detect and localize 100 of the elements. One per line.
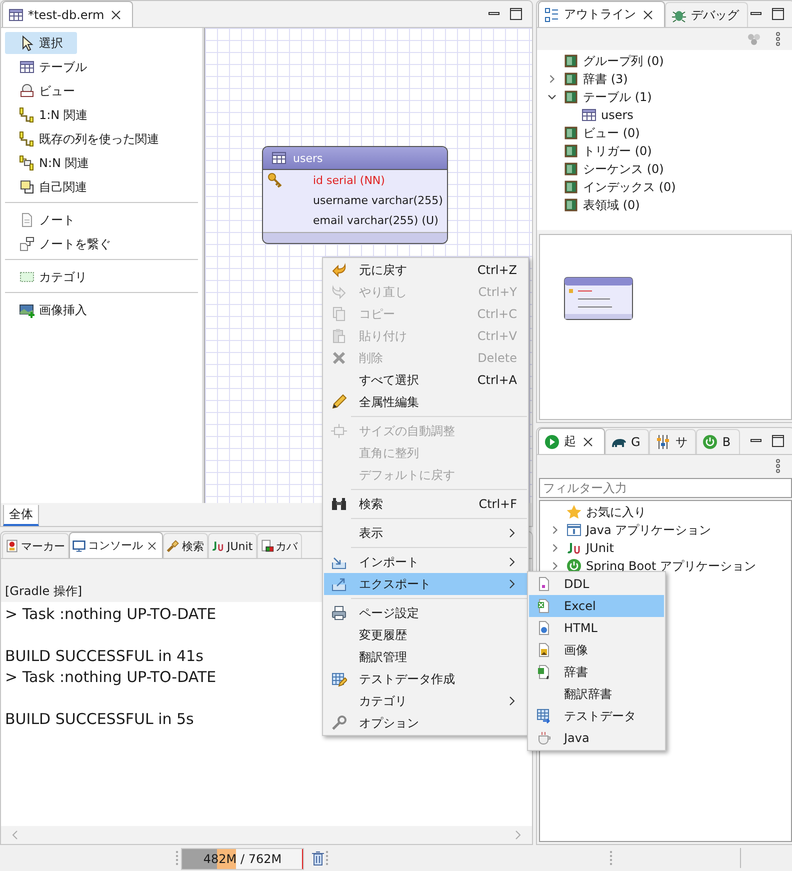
menu-item[interactable]: カテゴリ — [324, 690, 527, 712]
menu-item[interactable]: DDL — [529, 573, 664, 595]
console-line: BUILD SUCCESSFUL in 5s — [5, 709, 194, 730]
menu-item[interactable]: テストデータ作成 — [324, 668, 527, 690]
web-file-icon — [536, 620, 552, 636]
relation-icon — [19, 107, 35, 123]
menu-item[interactable]: HTML — [529, 617, 664, 639]
tree-item[interactable]: テーブル (1) — [537, 88, 652, 106]
table-entity[interactable]: users id serial (NN) username varchar(255) email varchar(255) (U) — [262, 146, 448, 244]
book-icon — [563, 53, 579, 69]
tree-item[interactable]: お気に入り — [540, 503, 646, 521]
palette-item[interactable]: N:N 関連 — [5, 152, 103, 174]
tree-item[interactable]: シーケンス (0) — [537, 160, 664, 178]
console-header: [Gradle 操作] — [5, 584, 82, 598]
tree-item[interactable]: JUnit — [540, 539, 614, 557]
torch-icon — [166, 539, 180, 553]
panel-tab[interactable]: B — [696, 429, 740, 454]
palette-tab[interactable]: 全体 — [3, 505, 39, 526]
console-line: > Task :nothing UP-TO-DATE — [5, 667, 216, 688]
palette-item[interactable]: テーブル — [5, 56, 101, 78]
menu-item[interactable]: すべて選択 Ctrl+A — [324, 369, 527, 391]
trash-icon[interactable] — [310, 850, 326, 866]
maximize-icon[interactable] — [508, 6, 524, 22]
table-export-icon — [536, 708, 552, 724]
shortcut-label: Ctrl+C — [477, 307, 517, 321]
menu-item[interactable]: テストデータ — [529, 705, 664, 727]
palette-item[interactable]: 画像挿入 — [5, 299, 101, 321]
book-icon — [563, 143, 579, 159]
menu-item[interactable]: 元に戻す Ctrl+Z — [324, 259, 527, 281]
table-icon — [271, 150, 287, 166]
palette-item[interactable]: 自己関連 — [5, 176, 101, 198]
filter-field[interactable]: フィルター入力 — [539, 478, 792, 498]
menu-item[interactable]: 画像 — [529, 639, 664, 661]
menu-item[interactable]: 表示 — [324, 522, 527, 544]
palette-item[interactable]: 既存の列を使った関連 — [5, 128, 173, 150]
tree-item[interactable]: インデックス (0) — [537, 178, 676, 196]
panel-tab[interactable]: *test-db.erm — [2, 1, 134, 27]
maximize-icon[interactable] — [770, 6, 786, 22]
copy-icon — [331, 306, 347, 322]
console-line: BUILD SUCCESSFUL in 41s — [5, 646, 204, 667]
panel-tab[interactable]: サ — [649, 429, 696, 454]
spreadsheet-file-icon — [536, 598, 552, 614]
monitor-icon — [72, 538, 86, 552]
panel-tab[interactable]: アウトライン — [538, 1, 665, 27]
panel-tab[interactable]: 検索 — [163, 533, 208, 558]
menu-item[interactable]: 全属性編集 — [324, 391, 527, 413]
paste-icon — [331, 328, 347, 344]
note-link-icon — [19, 236, 35, 252]
menu-item[interactable]: Excel — [529, 595, 664, 617]
panel-tab[interactable]: デバッグ — [665, 2, 748, 27]
panel-tab[interactable]: マーカー — [2, 533, 69, 558]
undo-icon — [331, 262, 347, 278]
tree-item[interactable]: ビュー (0) — [537, 124, 640, 142]
tree-item[interactable]: users — [537, 106, 634, 124]
palette-item[interactable]: 1:N 関連 — [5, 104, 102, 126]
window-icon — [566, 522, 582, 538]
menu-item[interactable]: 翻訳辞書 — [529, 683, 664, 705]
book-icon — [563, 89, 579, 105]
panel-tab[interactable]: G — [605, 429, 650, 454]
book-icon — [563, 71, 579, 87]
panel-tab[interactable]: 起 — [538, 428, 605, 454]
image-icon — [19, 302, 35, 318]
file-icon — [536, 576, 552, 592]
palette-item[interactable]: ノートを繋ぐ — [5, 233, 125, 255]
menu-item[interactable]: エクスポート — [324, 573, 527, 595]
pencil-icon — [331, 394, 347, 410]
menu-item[interactable]: 翻訳管理 — [324, 646, 527, 668]
palette-item[interactable]: ノート — [5, 209, 89, 231]
play-icon — [544, 434, 560, 450]
palette-item[interactable]: ビュー — [5, 80, 89, 102]
menu-item[interactable]: ページ設定 — [324, 602, 527, 624]
relation-icon — [19, 131, 35, 147]
menu-item[interactable]: Java — [529, 727, 664, 749]
table-edit-icon — [331, 671, 347, 687]
palette-item[interactable]: 選択 — [5, 32, 77, 54]
palette-item[interactable]: カテゴリ — [5, 266, 101, 288]
heap-label: 482M / 762M — [203, 852, 282, 866]
book-icon — [563, 179, 579, 195]
cup-icon — [536, 730, 552, 746]
tree-item[interactable]: 辞書 (3) — [537, 70, 628, 88]
panel-tab[interactable]: カバ — [256, 533, 302, 558]
menu-item[interactable]: オプション — [324, 712, 527, 734]
panel-tab[interactable]: コンソール — [69, 532, 163, 558]
many-relation-icon — [19, 155, 35, 171]
tree-item[interactable]: Java アプリケーション — [540, 521, 712, 539]
junit-icon — [566, 540, 582, 556]
tree-item[interactable]: トリガー (0) — [537, 142, 652, 160]
panel-tab[interactable]: JUnit — [208, 533, 257, 558]
book-icon — [563, 161, 579, 177]
menu-item[interactable]: 辞書 — [529, 661, 664, 683]
maximize-icon[interactable] — [770, 433, 786, 449]
tree-item[interactable]: グループ列 (0) — [537, 52, 664, 70]
diagram-thumbnail-drawing — [564, 277, 634, 321]
heap-status[interactable]: 482M / 762M — [181, 848, 304, 870]
delete-icon — [331, 350, 347, 366]
menu-item[interactable]: 検索 Ctrl+F — [324, 493, 527, 515]
menu-item[interactable]: インポート — [324, 551, 527, 573]
export-icon — [331, 576, 347, 592]
menu-item[interactable]: 変更履歴 — [324, 624, 527, 646]
tree-item[interactable]: 表領域 (0) — [537, 196, 640, 214]
